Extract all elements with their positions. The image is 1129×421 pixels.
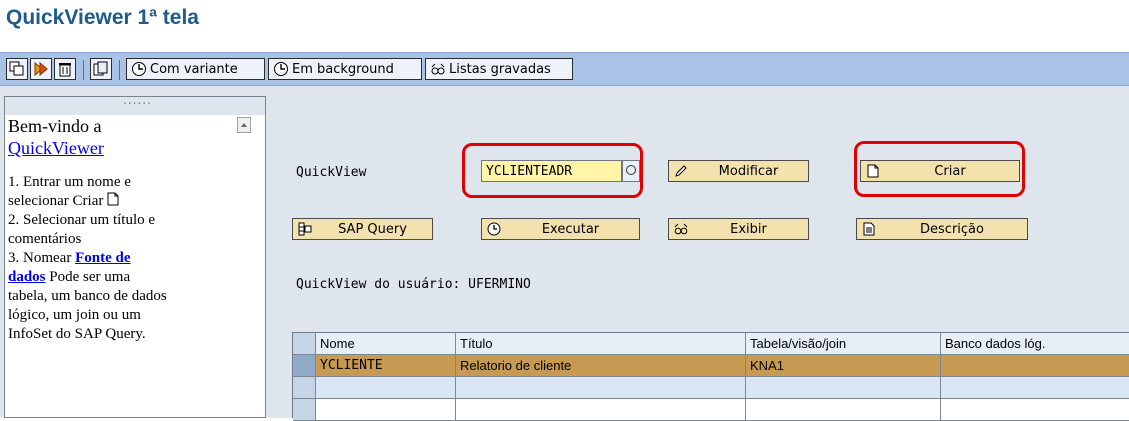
listas-gravadas-label: Listas gravadas [449, 61, 551, 77]
descricao-button[interactable]: Descrição [856, 218, 1028, 240]
modificar-label: Modificar [718, 163, 779, 179]
help-step3-b: dados Pode ser uma [8, 268, 234, 287]
help-step2-a: 2. Selecionar um título e [8, 212, 156, 228]
help-step3-c: tabela, um banco de dados [8, 288, 167, 304]
application-toolbar: Com variante Em background Listas gravad… [0, 52, 1129, 86]
column-header-nome[interactable]: Nome [316, 333, 456, 355]
cell-empty [316, 377, 456, 399]
help-step3-text: 3. Nomear [8, 250, 76, 266]
pencil-icon [675, 165, 687, 177]
cell-empty [746, 377, 941, 399]
toolbar-separator [119, 60, 120, 80]
quickview-table: Nome Título Tabela/visão/join Banco dado… [292, 332, 1129, 421]
dados-link[interactable]: dados [8, 269, 46, 285]
help-step1-a: 1. Entrar um nome e [8, 174, 131, 190]
help-step3-d: lógico, um join ou um [8, 307, 141, 323]
cell-banco[interactable] [941, 355, 1129, 377]
quickview-label: QuickView [296, 165, 367, 180]
highlight-frame-quickview [462, 143, 643, 198]
exibir-label: Exibir [730, 221, 767, 237]
cell-nome[interactable]: YCLIENTE [316, 355, 456, 377]
exibir-button[interactable]: Exibir [668, 218, 809, 240]
help-spacer [8, 159, 234, 173]
column-header-banco[interactable]: Banco dados lóg. [941, 333, 1129, 355]
page-title: QuickViewer 1ª tela [6, 6, 199, 29]
executar-button[interactable]: Executar [481, 218, 640, 240]
toolbar-separator [83, 60, 84, 80]
com-variante-button[interactable]: Com variante [126, 58, 265, 80]
cell-tabela[interactable]: KNA1 [746, 355, 941, 377]
highlight-frame-criar [854, 141, 1025, 197]
sap-query-icon [298, 222, 312, 236]
executar-label: Executar [541, 221, 600, 237]
splitter-handle[interactable]: ...... [5, 96, 265, 115]
help-step1-b: selecionar Criar [8, 192, 234, 211]
other-object-icon[interactable] [6, 58, 28, 80]
column-header-titulo[interactable]: Título [456, 333, 746, 355]
clock-execute-icon [274, 62, 288, 76]
sap-query-label: SAP Query [338, 221, 407, 237]
create-document-icon [107, 192, 119, 206]
column-header-tabela[interactable]: Tabela/visão/join [746, 333, 941, 355]
em-background-button[interactable]: Em background [268, 58, 422, 80]
help-welcome: Bem-vindo a [8, 116, 102, 136]
help-text: Bem-vindo a QuickViewer 1. Entrar um nom… [8, 115, 234, 344]
cell-titulo[interactable]: Relatorio de cliente [456, 355, 746, 377]
glasses-icon [674, 223, 688, 235]
listas-gravadas-button[interactable]: Listas gravadas [425, 58, 573, 80]
fonte-de-link[interactable]: Fonte de [75, 250, 130, 266]
help-panel: ...... Bem-vindo a QuickViewer 1. Entrar… [4, 96, 266, 418]
em-background-label: Em background [292, 61, 394, 77]
sap-query-button[interactable]: SAP Query [292, 218, 433, 240]
quickviewer-link[interactable]: QuickViewer [8, 138, 104, 158]
user-quickview-label: QuickView do usuário: UFERMINO [296, 277, 531, 292]
help-step3-b-text: Pode ser uma [45, 269, 131, 285]
com-variante-label: Com variante [150, 61, 238, 77]
descricao-label: Descrição [920, 221, 984, 237]
table-row[interactable]: YCLIENTE Relatorio de cliente KNA1 [293, 355, 1129, 377]
copy-icon[interactable] [90, 58, 112, 80]
modificar-button[interactable]: Modificar [668, 160, 809, 182]
help-step2-b: comentários [8, 231, 82, 247]
delete-icon[interactable] [54, 58, 76, 80]
title-bar: QuickViewer 1ª tela [0, 0, 1129, 38]
row-selector[interactable] [293, 355, 316, 377]
cell-empty [941, 377, 1129, 399]
clock-execute-icon [132, 62, 146, 76]
help-step1-b-text: selecionar Criar [8, 193, 104, 209]
glasses-icon [431, 63, 445, 75]
select-all-cell[interactable] [293, 333, 316, 355]
help-step3-e: InfoSet do SAP Query. [8, 326, 146, 342]
scroll-up-button[interactable] [237, 117, 251, 133]
help-step3-a: 3. Nomear Fonte de [8, 249, 234, 268]
table-row[interactable] [293, 377, 1129, 399]
cell-empty [456, 377, 746, 399]
splitter-dots: ...... [123, 96, 152, 107]
table-header: Nome Título Tabela/visão/join Banco dado… [293, 333, 1129, 355]
row-selector[interactable] [293, 377, 316, 399]
description-icon [863, 222, 875, 236]
clock-execute-icon [487, 222, 501, 236]
execute-variant-icon[interactable] [30, 58, 52, 80]
